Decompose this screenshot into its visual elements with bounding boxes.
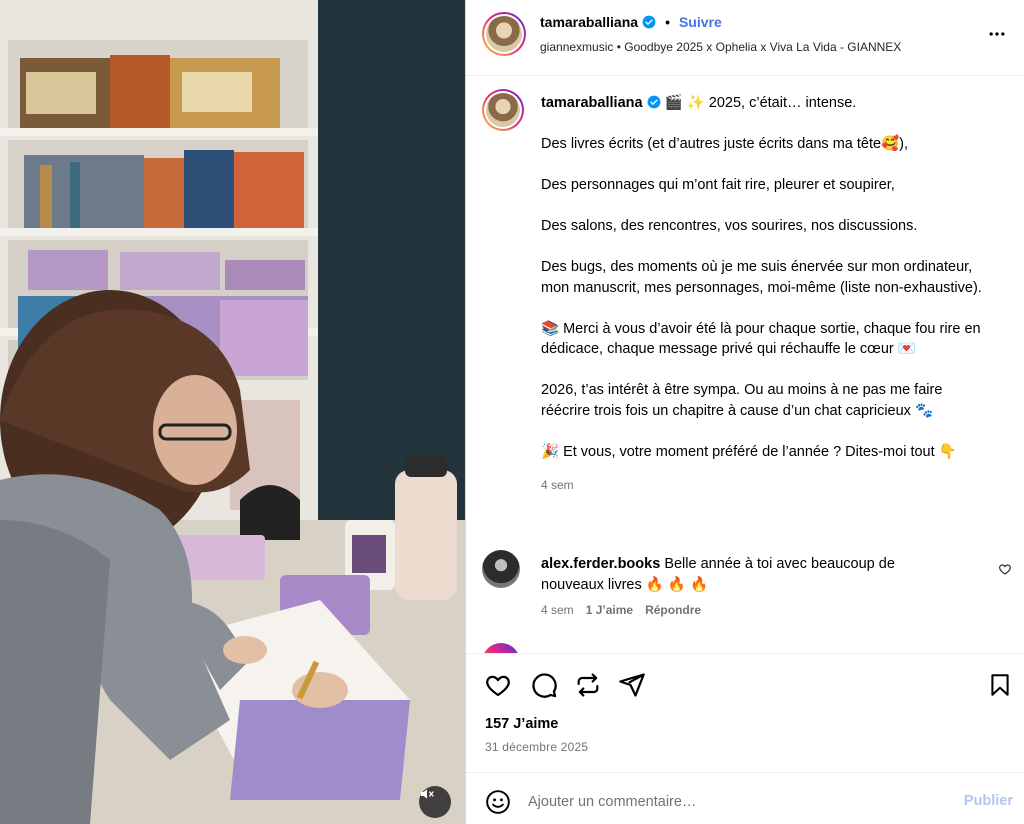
follow-button[interactable]: Suivre — [679, 14, 722, 30]
likes-count[interactable]: 157 J’aime — [485, 716, 558, 732]
like-button[interactable] — [484, 671, 512, 699]
emoji-icon[interactable] — [485, 789, 511, 815]
caption-timestamp[interactable]: 4 sem — [541, 475, 986, 496]
share-button[interactable] — [618, 671, 646, 699]
commenter-username[interactable]: alex.ferder.books — [541, 556, 660, 572]
post-header: tamaraballiana • Suivre giannexmusic • G… — [466, 0, 1024, 76]
caption-username[interactable]: tamaraballiana — [541, 95, 643, 111]
commenter-avatar[interactable] — [482, 550, 520, 588]
comment-text: alex.ferder.books Belle année à toi avec… — [541, 554, 941, 595]
comment-button[interactable] — [530, 671, 558, 699]
more-horizontal-icon — [989, 32, 1005, 36]
caption-author-avatar[interactable] — [482, 89, 524, 131]
post-details-panel: tamaraballiana • Suivre giannexmusic • G… — [465, 0, 1024, 824]
repost-icon — [577, 673, 599, 697]
post-media[interactable] — [0, 0, 465, 824]
comment-heart-icon[interactable] — [998, 562, 1012, 576]
heart-icon — [486, 675, 510, 697]
caption-line: Des livres écrits (et d’autres juste écr… — [541, 136, 908, 152]
audio-attribution[interactable]: giannexmusic • Goodbye 2025 x Ophelia x … — [540, 40, 901, 54]
more-options-button[interactable] — [985, 22, 1009, 46]
commenter-avatar[interactable] — [482, 643, 520, 653]
reply-button[interactable]: Répondre — [645, 603, 701, 617]
author-username[interactable]: tamaraballiana — [540, 14, 638, 30]
comment-item-partial — [482, 643, 1012, 653]
action-bar — [466, 653, 1024, 715]
verified-badge-icon — [647, 95, 661, 109]
volume-muted-icon — [421, 789, 434, 799]
caption-line: 🎬 ✨ 2025, c’était… intense. — [664, 95, 857, 111]
comments-list[interactable]: tamaraballiana 🎬 ✨ 2025, c’était… intens… — [466, 77, 1024, 653]
caption-line: Des bugs, des moments où je me suis éner… — [541, 259, 982, 296]
mute-button[interactable] — [419, 786, 451, 818]
caption-line: 2026, t’as intérêt à être sympa. Ou au m… — [541, 382, 943, 419]
post-date[interactable]: 31 décembre 2025 — [485, 740, 588, 754]
caption-line: 🎉 Et vous, votre moment préféré de l’ann… — [541, 443, 957, 460]
comment-input[interactable] — [528, 787, 948, 817]
comment-icon — [532, 673, 557, 698]
bookmark-icon — [991, 674, 1009, 696]
avatar — [486, 16, 522, 52]
caption-line: 📚 Merci à vous d’avoir été là pour chaqu… — [541, 320, 981, 358]
header-user-row: tamaraballiana • Suivre — [540, 14, 722, 30]
caption-line: Des salons, des rencontres, vos sourires… — [541, 218, 918, 234]
author-avatar[interactable] — [482, 12, 526, 56]
avatar — [486, 93, 520, 127]
verified-badge-icon — [642, 15, 656, 29]
share-icon — [619, 673, 645, 697]
comment-likes[interactable]: 1 J’aime — [586, 603, 633, 617]
post-caption: tamaraballiana 🎬 ✨ 2025, c’était… intens… — [541, 93, 986, 495]
comment-meta: 4 sem 1 J’aime Répondre — [541, 603, 701, 617]
separator-dot: • — [665, 14, 670, 30]
add-comment-bar: Publier — [466, 772, 1024, 824]
post-photo — [0, 0, 465, 824]
save-button[interactable] — [986, 671, 1014, 699]
repost-button[interactable] — [574, 671, 602, 699]
caption-first-line: tamaraballiana 🎬 ✨ 2025, c’était… intens… — [541, 93, 986, 114]
publish-button[interactable]: Publier — [964, 793, 1013, 809]
comment-time[interactable]: 4 sem — [541, 603, 574, 617]
caption-line: Des personnages qui m’ont fait rire, ple… — [541, 177, 895, 193]
